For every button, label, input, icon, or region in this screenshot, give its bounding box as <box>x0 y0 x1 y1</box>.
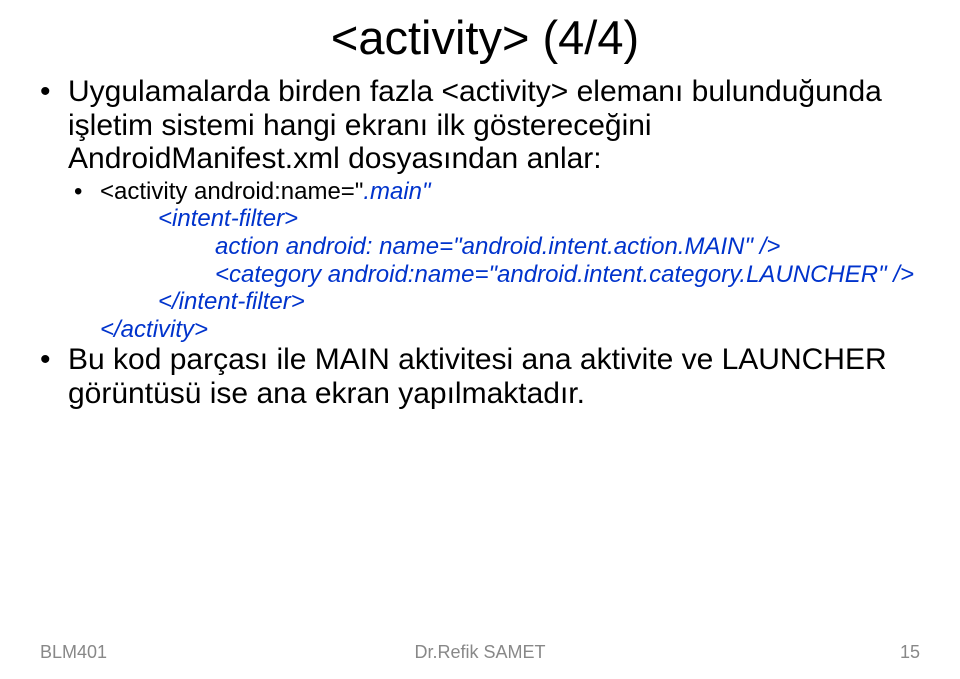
code-action-main: action android: name="android.intent.act… <box>40 233 930 261</box>
code-block: <intent-filter> action android: name="an… <box>40 205 930 343</box>
code-intent-filter-close: </intent-filter> <box>40 288 930 316</box>
code-intent-filter-open: <intent-filter> <box>40 205 930 233</box>
bullet-activity-open: <activity android:name=".main" <box>40 178 930 206</box>
bullet-intro: Uygulamalarda birden fazla <activity> el… <box>40 75 930 176</box>
bullet-conclusion: Bu kod parçası ile MAIN aktivitesi ana a… <box>40 343 930 410</box>
code-activity-open: <activity android:name=" <box>100 178 363 205</box>
code-category-launcher: <category android:name="android.intent.c… <box>40 261 930 289</box>
code-activity-close: </activity> <box>40 316 930 344</box>
footer: BLM401 Dr.Refik SAMET 15 <box>40 642 920 663</box>
footer-right: 15 <box>900 642 920 663</box>
slide: <activity> (4/4) Uygulamalarda birden fa… <box>0 0 960 679</box>
slide-body: Uygulamalarda birden fazla <activity> el… <box>40 75 930 411</box>
slide-title: <activity> (4/4) <box>40 10 930 65</box>
code-main-name: .main" <box>363 178 430 205</box>
footer-left: BLM401 <box>40 642 107 663</box>
footer-center: Dr.Refik SAMET <box>414 642 545 663</box>
